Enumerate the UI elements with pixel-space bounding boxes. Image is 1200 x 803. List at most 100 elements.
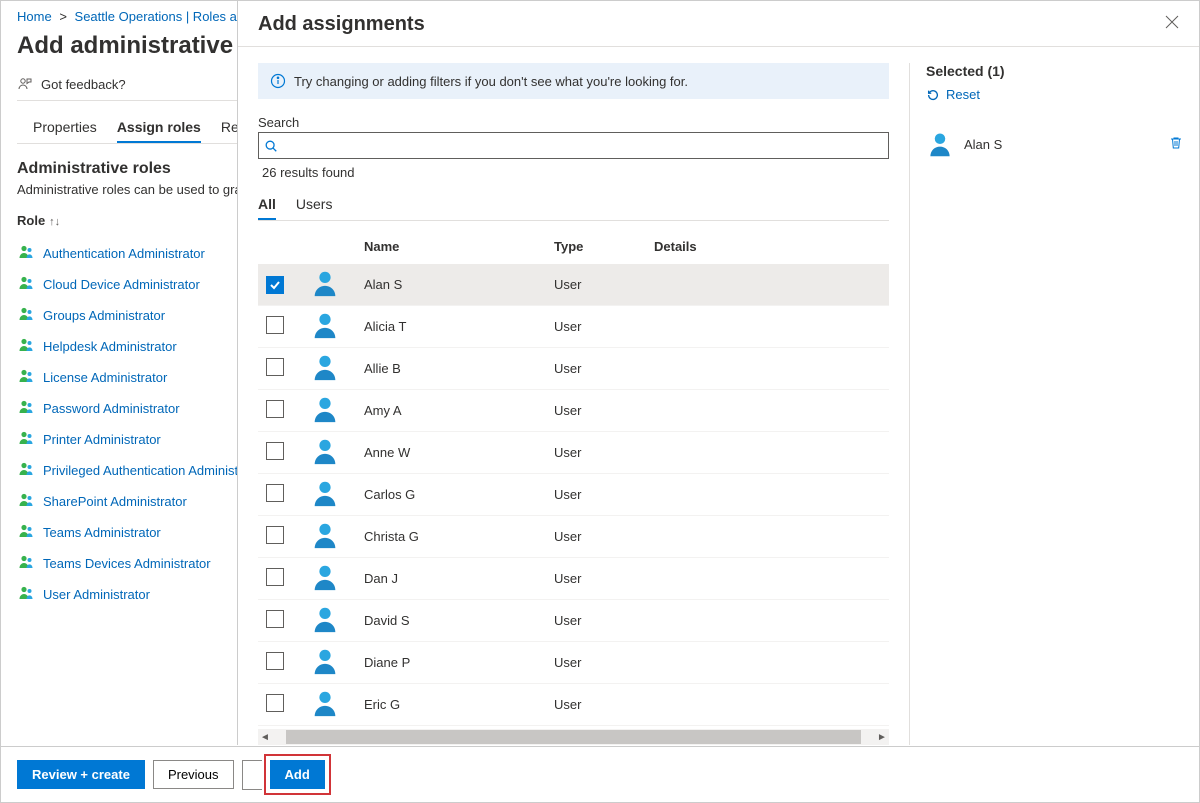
add-assignments-panel: Add assignments Try changing or adding f… bbox=[237, 1, 1199, 745]
panel-title: Add assignments bbox=[258, 13, 425, 36]
col-details-header[interactable]: Details bbox=[654, 239, 881, 254]
col-type-header[interactable]: Type bbox=[554, 239, 654, 254]
user-avatar bbox=[310, 646, 364, 679]
tab-properties[interactable]: Properties bbox=[33, 111, 97, 143]
search-input[interactable] bbox=[258, 132, 889, 159]
user-checkbox[interactable] bbox=[266, 610, 284, 628]
breadcrumb-path[interactable]: Seattle Operations | Roles and bbox=[75, 9, 252, 24]
add-button[interactable]: Add bbox=[270, 760, 325, 789]
user-checkbox[interactable] bbox=[266, 358, 284, 376]
user-avatar bbox=[310, 520, 364, 553]
role-icon bbox=[17, 305, 35, 323]
user-checkbox[interactable] bbox=[266, 442, 284, 460]
person-icon bbox=[310, 562, 340, 592]
panel-tab-users[interactable]: Users bbox=[296, 190, 333, 220]
role-icon bbox=[17, 336, 35, 354]
role-icon bbox=[17, 274, 35, 292]
user-type: User bbox=[554, 571, 654, 586]
role-link[interactable]: Helpdesk Administrator bbox=[43, 339, 177, 354]
remove-selected-button[interactable] bbox=[1169, 136, 1183, 153]
user-list-scroll[interactable]: Name Type Details Alan SUserAlicia TUser… bbox=[258, 229, 889, 729]
user-checkbox[interactable] bbox=[266, 316, 284, 334]
info-icon bbox=[270, 73, 286, 89]
tab-assign-roles[interactable]: Assign roles bbox=[117, 111, 201, 143]
user-row[interactable]: Dan JUser bbox=[258, 558, 889, 600]
role-link[interactable]: SharePoint Administrator bbox=[43, 494, 187, 509]
role-icon bbox=[17, 491, 35, 509]
role-link[interactable]: Printer Administrator bbox=[43, 432, 161, 447]
user-row[interactable]: Diane PUser bbox=[258, 642, 889, 684]
user-row[interactable]: Christa GUser bbox=[258, 516, 889, 558]
user-type: User bbox=[554, 613, 654, 628]
reset-button[interactable]: Reset bbox=[926, 87, 1183, 102]
person-icon bbox=[310, 604, 340, 634]
close-panel-button[interactable] bbox=[1165, 15, 1179, 34]
user-name: Alan S bbox=[364, 277, 554, 292]
check-icon bbox=[269, 279, 281, 291]
user-row[interactable]: Anne WUser bbox=[258, 432, 889, 474]
info-text: Try changing or adding filters if you do… bbox=[294, 74, 688, 89]
user-type: User bbox=[554, 319, 654, 334]
partial-button bbox=[242, 760, 262, 790]
role-icon bbox=[17, 367, 35, 385]
selected-name: Alan S bbox=[964, 137, 1159, 152]
user-avatar bbox=[310, 352, 364, 385]
user-avatar bbox=[310, 394, 364, 427]
reset-label: Reset bbox=[946, 87, 980, 102]
user-name: Amy A bbox=[364, 403, 554, 418]
previous-button[interactable]: Previous bbox=[153, 760, 234, 789]
role-link[interactable]: Groups Administrator bbox=[43, 308, 165, 323]
close-icon bbox=[1165, 15, 1179, 29]
role-link[interactable]: Password Administrator bbox=[43, 401, 180, 416]
user-row[interactable]: Amy AUser bbox=[258, 390, 889, 432]
role-icon bbox=[17, 243, 35, 261]
person-icon bbox=[310, 310, 340, 340]
user-row[interactable]: Alicia TUser bbox=[258, 306, 889, 348]
user-type: User bbox=[554, 361, 654, 376]
person-icon bbox=[310, 478, 340, 508]
user-checkbox[interactable] bbox=[266, 276, 284, 294]
user-checkbox[interactable] bbox=[266, 694, 284, 712]
user-checkbox[interactable] bbox=[266, 400, 284, 418]
breadcrumb-home[interactable]: Home bbox=[17, 9, 52, 24]
user-checkbox[interactable] bbox=[266, 484, 284, 502]
user-type: User bbox=[554, 277, 654, 292]
person-icon bbox=[310, 394, 340, 424]
scroll-left-icon[interactable]: ◄ bbox=[258, 730, 272, 744]
review-create-button[interactable]: Review + create bbox=[17, 760, 145, 789]
user-name: Allie B bbox=[364, 361, 554, 376]
person-icon bbox=[310, 688, 340, 718]
user-row[interactable]: David SUser bbox=[258, 600, 889, 642]
user-row[interactable]: Alan SUser bbox=[258, 264, 889, 306]
panel-tab-all[interactable]: All bbox=[258, 190, 276, 220]
user-type: User bbox=[554, 697, 654, 712]
horizontal-scrollbar[interactable]: ◄ ► bbox=[258, 729, 889, 745]
person-icon bbox=[926, 130, 954, 158]
role-link[interactable]: Authentication Administrator bbox=[43, 246, 205, 261]
role-link[interactable]: Cloud Device Administrator bbox=[43, 277, 200, 292]
user-avatar bbox=[310, 478, 364, 511]
person-icon bbox=[310, 436, 340, 466]
role-link[interactable]: User Administrator bbox=[43, 587, 150, 602]
user-row[interactable]: Eric GUser bbox=[258, 684, 889, 726]
user-checkbox[interactable] bbox=[266, 568, 284, 586]
selected-item: Alan S bbox=[926, 126, 1183, 162]
user-row[interactable]: Carlos GUser bbox=[258, 474, 889, 516]
role-icon bbox=[17, 522, 35, 540]
user-type: User bbox=[554, 403, 654, 418]
role-icon bbox=[17, 460, 35, 478]
role-link[interactable]: Privileged Authentication Administ bbox=[43, 463, 238, 478]
col-name-header[interactable]: Name bbox=[364, 239, 554, 254]
search-icon bbox=[264, 139, 278, 153]
user-row[interactable]: Allie BUser bbox=[258, 348, 889, 390]
role-link[interactable]: Teams Devices Administrator bbox=[43, 556, 211, 571]
user-checkbox[interactable] bbox=[266, 526, 284, 544]
role-link[interactable]: Teams Administrator bbox=[43, 525, 161, 540]
feedback-text: Got feedback? bbox=[41, 77, 126, 92]
scroll-right-icon[interactable]: ► bbox=[875, 730, 889, 744]
user-checkbox[interactable] bbox=[266, 652, 284, 670]
role-icon bbox=[17, 553, 35, 571]
user-type: User bbox=[554, 529, 654, 544]
user-name: Carlos G bbox=[364, 487, 554, 502]
role-link[interactable]: License Administrator bbox=[43, 370, 167, 385]
